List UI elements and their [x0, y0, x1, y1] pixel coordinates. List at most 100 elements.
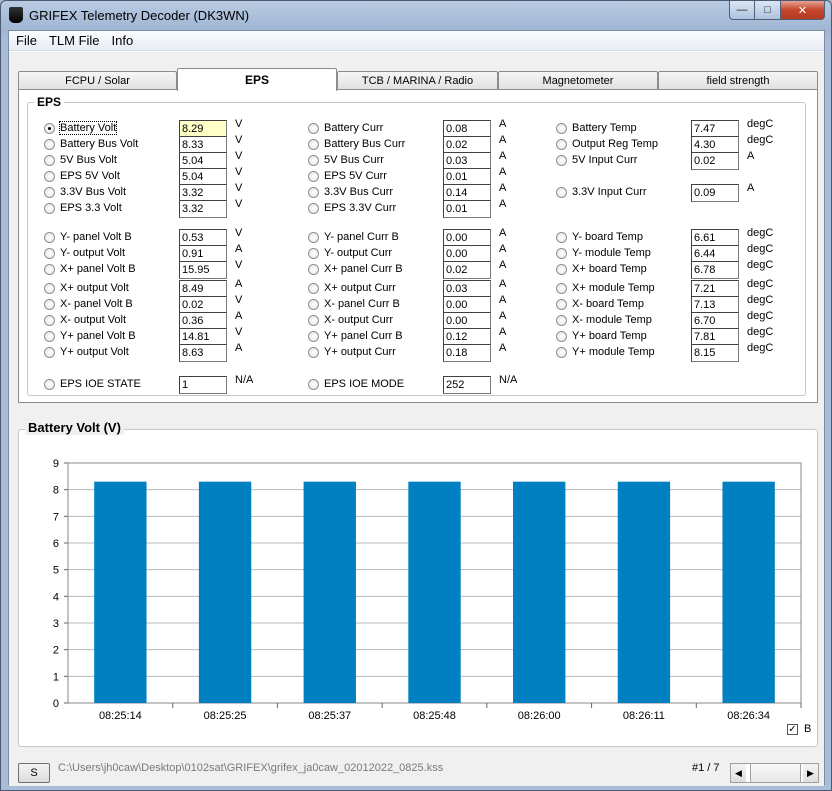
label-5v-bus-curr[interactable]: 5V Bus Curr	[324, 154, 384, 166]
label-y-output-volt[interactable]: Y- output Volt	[60, 247, 125, 259]
radio-y-panel-curr-b[interactable]	[308, 232, 319, 243]
scroll-left-button[interactable]: ◀	[731, 764, 746, 782]
label-y-panel-curr-b[interactable]: Y- panel Curr B	[324, 231, 399, 243]
radio-output-reg-temp[interactable]	[556, 139, 567, 150]
label-eps-3-3-volt[interactable]: EPS 3.3 Volt	[60, 202, 122, 214]
value-5v-input-curr[interactable]: 0.02	[691, 152, 739, 170]
radio-battery-volt[interactable]	[44, 123, 55, 134]
value-eps-ioe-mode[interactable]: 252	[443, 376, 491, 394]
value-eps-ioe-state[interactable]: 1	[179, 376, 227, 394]
radio-y-module-temp[interactable]	[556, 347, 567, 358]
label-eps-ioe-state[interactable]: EPS IOE STATE	[60, 378, 141, 390]
label-y-board-temp[interactable]: Y+ board Temp	[572, 330, 647, 342]
value-eps-3-3v-curr[interactable]: 0.01	[443, 200, 491, 218]
label-x-panel-volt-b[interactable]: X- panel Volt B	[60, 298, 133, 310]
label-eps-3-3v-curr[interactable]: EPS 3.3V Curr	[324, 202, 396, 214]
radio-x-panel-curr-b[interactable]	[308, 299, 319, 310]
radio-eps-5v-volt[interactable]	[44, 171, 55, 182]
radio-battery-bus-volt[interactable]	[44, 139, 55, 150]
label-y-panel-curr-b[interactable]: Y+ panel Curr B	[324, 330, 403, 342]
tab-magnetometer[interactable]: Magnetometer	[498, 71, 658, 90]
series-b-checkbox[interactable]: ✓	[787, 724, 798, 735]
label-battery-curr[interactable]: Battery Curr	[324, 122, 383, 134]
label-5v-input-curr[interactable]: 5V Input Curr	[572, 154, 637, 166]
label-x-output-volt[interactable]: X- output Volt	[60, 314, 126, 326]
radio-x-panel-volt-b[interactable]	[44, 264, 55, 275]
value-y-output-curr[interactable]: 0.18	[443, 344, 491, 362]
scroll-thumb[interactable]	[750, 764, 801, 782]
radio-y-output-curr[interactable]	[308, 347, 319, 358]
label-3-3v-bus-volt[interactable]: 3.3V Bus Volt	[60, 186, 126, 198]
radio-y-module-temp[interactable]	[556, 248, 567, 259]
radio-x-panel-volt-b[interactable]	[44, 299, 55, 310]
radio-x-output-curr[interactable]	[308, 283, 319, 294]
radio-eps-5v-curr[interactable]	[308, 171, 319, 182]
radio-5v-bus-curr[interactable]	[308, 155, 319, 166]
value-x-panel-volt-b[interactable]: 15.95	[179, 261, 227, 279]
radio-eps-3-3v-curr[interactable]	[308, 203, 319, 214]
menu-tlm-file[interactable]: TLM File	[44, 33, 105, 48]
label-battery-bus-volt[interactable]: Battery Bus Volt	[60, 138, 138, 150]
radio-3-3v-bus-volt[interactable]	[44, 187, 55, 198]
radio-eps-3-3-volt[interactable]	[44, 203, 55, 214]
radio-y-output-curr[interactable]	[308, 248, 319, 259]
radio-y-board-temp[interactable]	[556, 331, 567, 342]
radio-x-board-temp[interactable]	[556, 299, 567, 310]
radio-x-output-curr[interactable]	[308, 315, 319, 326]
label-x-module-temp[interactable]: X- module Temp	[572, 314, 652, 326]
value-x-board-temp[interactable]: 6.78	[691, 261, 739, 279]
label-y-module-temp[interactable]: Y- module Temp	[572, 247, 651, 259]
radio-battery-temp[interactable]	[556, 123, 567, 134]
value-x-panel-curr-b[interactable]: 0.02	[443, 261, 491, 279]
label-battery-volt[interactable]: Battery Volt	[58, 121, 118, 135]
radio-5v-bus-volt[interactable]	[44, 155, 55, 166]
radio-eps-ioe-state[interactable]	[44, 379, 55, 390]
label-y-module-temp[interactable]: Y+ module Temp	[572, 346, 655, 358]
radio-3-3v-bus-curr[interactable]	[308, 187, 319, 198]
label-y-board-temp[interactable]: Y- board Temp	[572, 231, 643, 243]
label-3-3v-bus-curr[interactable]: 3.3V Bus Curr	[324, 186, 393, 198]
label-battery-temp[interactable]: Battery Temp	[572, 122, 637, 134]
label-output-reg-temp[interactable]: Output Reg Temp	[572, 138, 658, 150]
radio-x-module-temp[interactable]	[556, 283, 567, 294]
minimize-button[interactable]: —	[729, 1, 755, 20]
value-y-module-temp[interactable]: 8.15	[691, 344, 739, 362]
label-y-output-curr[interactable]: Y+ output Curr	[324, 346, 396, 358]
label-x-board-temp[interactable]: X- board Temp	[572, 298, 644, 310]
menu-file[interactable]: File	[11, 33, 42, 48]
radio-x-module-temp[interactable]	[556, 315, 567, 326]
label-y-output-volt[interactable]: Y+ output Volt	[60, 346, 129, 358]
radio-x-output-volt[interactable]	[44, 315, 55, 326]
tab-eps[interactable]: EPS	[177, 68, 337, 91]
label-y-panel-volt-b[interactable]: Y- panel Volt B	[60, 231, 132, 243]
radio-x-output-volt[interactable]	[44, 283, 55, 294]
s-button[interactable]: S	[18, 763, 50, 783]
maximize-button[interactable]: □	[755, 1, 781, 20]
radio-eps-ioe-mode[interactable]	[308, 379, 319, 390]
radio-y-panel-volt-b[interactable]	[44, 232, 55, 243]
label-3-3v-input-curr[interactable]: 3.3V Input Curr	[572, 186, 647, 198]
label-battery-bus-curr[interactable]: Battery Bus Curr	[324, 138, 405, 150]
label-eps-ioe-mode[interactable]: EPS IOE MODE	[324, 378, 404, 390]
frame-scrollbar[interactable]: ◀ ▶	[730, 763, 819, 783]
tab-fcpu-solar[interactable]: FCPU / Solar	[18, 71, 177, 90]
label-x-board-temp[interactable]: X+ board Temp	[572, 263, 647, 275]
tab-tcb-marina-radio[interactable]: TCB / MARINA / Radio	[337, 71, 498, 90]
radio-5v-input-curr[interactable]	[556, 155, 567, 166]
label-y-panel-volt-b[interactable]: Y+ panel Volt B	[60, 330, 136, 342]
menu-info[interactable]: Info	[107, 33, 139, 48]
value-y-output-volt[interactable]: 8.63	[179, 344, 227, 362]
radio-y-panel-volt-b[interactable]	[44, 331, 55, 342]
label-x-panel-curr-b[interactable]: X+ panel Curr B	[324, 263, 403, 275]
label-x-output-volt[interactable]: X+ output Volt	[60, 282, 129, 294]
scroll-right-button[interactable]: ▶	[803, 764, 818, 782]
label-x-module-temp[interactable]: X+ module Temp	[572, 282, 655, 294]
label-x-panel-volt-b[interactable]: X+ panel Volt B	[60, 263, 136, 275]
radio-3-3v-input-curr[interactable]	[556, 187, 567, 198]
label-5v-bus-volt[interactable]: 5V Bus Volt	[60, 154, 117, 166]
label-x-output-curr[interactable]: X+ output Curr	[324, 282, 396, 294]
radio-y-panel-curr-b[interactable]	[308, 331, 319, 342]
label-x-output-curr[interactable]: X- output Curr	[324, 314, 393, 326]
label-eps-5v-curr[interactable]: EPS 5V Curr	[324, 170, 387, 182]
close-button[interactable]: ✕	[781, 1, 825, 20]
